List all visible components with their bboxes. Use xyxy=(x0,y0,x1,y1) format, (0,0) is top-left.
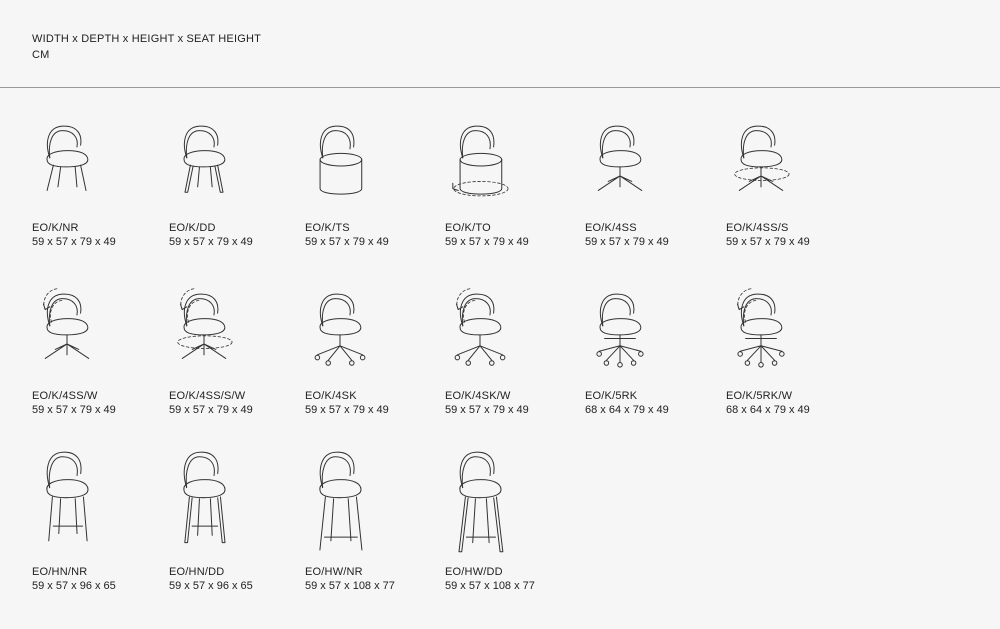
model-code: EO/HW/DD xyxy=(445,566,503,578)
dimensions-legend: WIDTH x DEPTH x HEIGHT x SEAT HEIGHT CM xyxy=(32,31,261,63)
model-code: EO/HN/NR xyxy=(32,566,88,578)
chair-5-caster-icon xyxy=(596,293,644,368)
model-dimensions: 59 x 57 x 79 x 49 xyxy=(32,404,116,416)
bar-stool-icon xyxy=(319,451,363,551)
model-dimensions: 59 x 57 x 96 x 65 xyxy=(169,580,253,592)
chair-4-leg-icon xyxy=(46,125,89,191)
model-dimensions: 68 x 64 x 79 x 49 xyxy=(585,404,669,416)
model-dimensions: 59 x 57 x 79 x 49 xyxy=(32,236,116,248)
chair-4-star-swivel-icon xyxy=(734,125,790,191)
chair-4-star-icon xyxy=(597,125,643,191)
model-code: EO/K/TS xyxy=(305,222,350,234)
model-code: EO/K/TO xyxy=(445,222,491,234)
model-dimensions: 59 x 57 x 79 x 49 xyxy=(445,236,529,248)
chair-4-star-tilt-icon xyxy=(42,288,90,359)
bar-stool-wood-icon xyxy=(458,451,504,553)
model-dimensions: 59 x 57 x 108 x 77 xyxy=(445,580,535,592)
model-code: EO/K/4SS/S xyxy=(726,222,789,234)
model-dimensions: 59 x 57 x 96 x 65 xyxy=(32,580,116,592)
chair-pedestal-swivel-icon xyxy=(452,125,509,197)
counter-stool-wood-icon xyxy=(183,451,226,544)
chair-5-caster-tilt-icon xyxy=(736,288,785,368)
model-code: EO/K/NR xyxy=(32,222,79,234)
unit-label: CM xyxy=(32,49,50,61)
chair-pedestal-icon xyxy=(319,125,363,195)
chair-4-star-swivel-tilt-icon xyxy=(177,288,233,359)
model-code: EO/K/4SK/W xyxy=(445,390,511,402)
model-dimensions: 59 x 57 x 79 x 49 xyxy=(445,404,529,416)
model-code: EO/K/4SS/S/W xyxy=(169,390,246,402)
model-code: EO/K/5RK/W xyxy=(726,390,793,402)
counter-stool-icon xyxy=(46,451,89,542)
model-dimensions: 68 x 64 x 79 x 49 xyxy=(726,404,810,416)
model-dimensions: 59 x 57 x 79 x 49 xyxy=(726,236,810,248)
model-dimensions: 59 x 57 x 79 x 49 xyxy=(305,404,389,416)
model-code: EO/K/5RK xyxy=(585,390,638,402)
model-code: EO/K/4SK xyxy=(305,390,357,402)
dimensions-label: WIDTH x DEPTH x HEIGHT x SEAT HEIGHT xyxy=(32,33,262,45)
model-dimensions: 59 x 57 x 79 x 49 xyxy=(305,236,389,248)
model-code: EO/K/4SS/W xyxy=(32,390,98,402)
model-dimensions: 59 x 57 x 79 x 49 xyxy=(169,404,253,416)
model-code: EO/HN/DD xyxy=(169,566,225,578)
model-code: EO/K/4SS xyxy=(585,222,637,234)
chair-4-wood-leg-icon xyxy=(183,125,226,193)
model-dimensions: 59 x 57 x 79 x 49 xyxy=(169,236,253,248)
model-dimensions: 59 x 57 x 108 x 77 xyxy=(305,580,395,592)
divider xyxy=(0,87,1000,88)
chair-4-caster-icon xyxy=(314,293,366,366)
model-code: EO/K/DD xyxy=(169,222,216,234)
model-code: EO/HW/NR xyxy=(305,566,363,578)
model-dimensions: 59 x 57 x 79 x 49 xyxy=(585,236,669,248)
chair-4-caster-tilt-icon xyxy=(454,288,506,366)
